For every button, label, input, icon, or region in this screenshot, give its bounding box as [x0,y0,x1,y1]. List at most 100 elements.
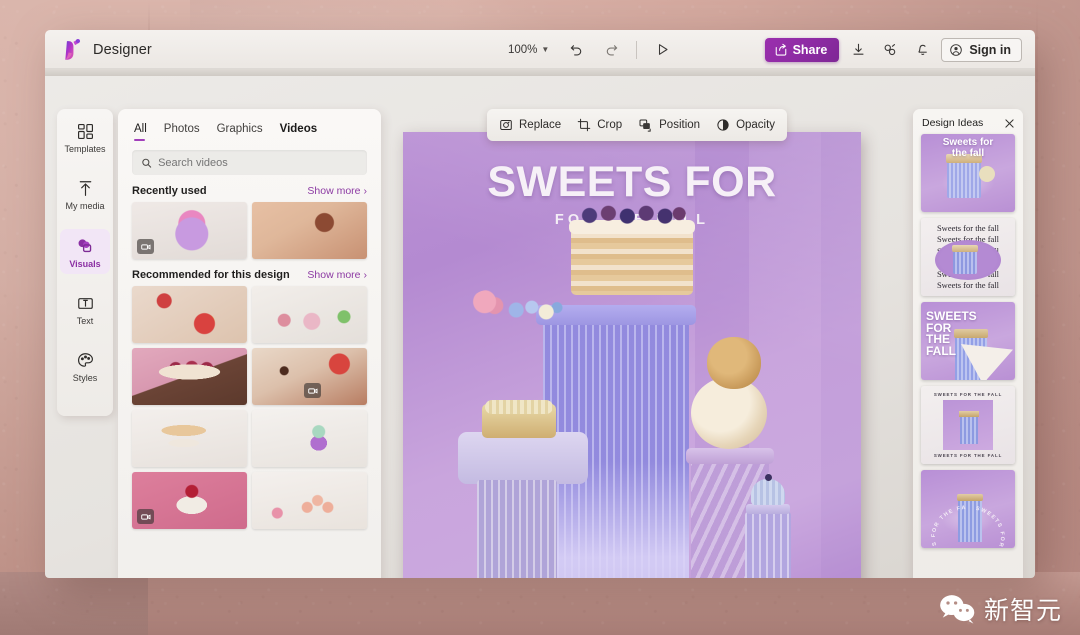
media-thumbnail[interactable] [252,286,367,343]
crop-icon [577,118,591,132]
opacity-button[interactable]: Opacity [716,118,775,132]
idea-bread [979,166,995,182]
replace-label: Replace [519,119,562,131]
tab-photos[interactable]: Photos [164,123,200,141]
show-more-recommended[interactable]: Show more › [307,269,367,281]
play-triangle-icon [658,44,668,55]
section-title: Recommended for this design [132,269,290,281]
sidebar-item-visuals[interactable]: Visuals [60,229,110,274]
idea-pedestal [953,250,977,274]
download-button[interactable] [845,37,871,63]
show-more-recently-used[interactable]: Show more › [307,185,367,197]
idea-pedestal [947,160,981,198]
design-idea-thumbnail[interactable]: Sweets for the fall Sweets for the fall … [921,218,1015,296]
idea-caption: Sweets for the fall [936,223,1000,233]
rail-spacer [57,162,113,172]
idea-caption: SWEETS FOR THE FALL [926,309,977,358]
idea-cake [952,245,978,252]
palette-icon [77,353,93,367]
notifications-button[interactable] [909,37,935,63]
design-idea-thumbnail[interactable]: SWEETS FOR THE FALL [921,302,1015,380]
media-thumbnail[interactable] [252,410,367,467]
design-idea-thumbnail[interactable]: Sweets for the fall [921,134,1015,212]
upload-arrow-icon [79,181,91,196]
pedestal-left-top [458,432,588,484]
media-thumbnail[interactable] [132,348,247,405]
opacity-label: Opacity [736,119,776,131]
bell-icon [918,44,927,55]
position-layers-icon [639,119,651,132]
chevron-right-icon: › [363,269,368,281]
idea-oval-mask [935,240,1001,280]
media-thumbnail[interactable] [132,202,247,259]
idea-caption: SWEETS FOR THE FALL [933,392,1003,397]
search-icon [142,158,152,168]
crop-button[interactable]: Crop [577,118,622,132]
toolbar-divider [636,40,638,59]
design-canvas[interactable]: SWEETS FOR FOR THE FALL [403,132,861,578]
rail-spacer [57,219,113,229]
sidebar-item-templates[interactable]: Templates [60,115,110,159]
sidebar-item-my-media[interactable]: My media [60,172,110,216]
media-thumbnail[interactable] [132,286,247,343]
crusty-roll [707,337,761,389]
shapes-overlap-icon [78,239,92,253]
pedestal-right-top [686,448,774,464]
search-box[interactable] [132,150,367,175]
section-header-recommended: Recommended for this design Show more › [118,259,381,286]
layer-cake [571,227,693,295]
chain-link-icon [884,43,896,55]
download-icon [853,43,864,55]
idea-circular-text: SWEETS FOR THE FALL · SWEETS FOR THE FAL… [921,470,1004,548]
media-thumbnail[interactable] [252,472,367,529]
media-thumbnail[interactable] [132,472,247,529]
designer-logo-icon [65,38,81,60]
design-ideas-title: Design Ideas [922,117,984,129]
tab-graphics[interactable]: Graphics [217,123,263,141]
close-x-icon[interactable] [1004,118,1015,129]
workspace: Templates My media Visuals Text Styles A… [45,76,1035,578]
sidebar-item-label: Visuals [69,259,101,269]
chevron-right-icon: › [363,185,368,197]
wall-seam-right [1036,0,1038,635]
pedestal-left-column [477,480,557,578]
grid-squares-icon [77,124,93,139]
idea-inner-photo [943,400,993,450]
design-idea-thumbnail[interactable]: SWEETS FOR THE FALL SWEETS FOR THE FALL [921,386,1015,464]
media-thumbnail[interactable] [252,348,367,405]
undo-button[interactable] [563,37,589,63]
present-button[interactable] [649,37,675,63]
video-camera-icon [307,387,317,394]
media-thumbnail[interactable] [252,202,367,259]
share-button[interactable]: Share [764,37,840,62]
copy-link-button[interactable] [877,37,903,63]
replace-button[interactable]: Replace [499,118,561,132]
zoom-control[interactable]: 100% ▼ [503,41,554,59]
position-button[interactable]: Position [638,118,700,133]
redo-button[interactable] [598,37,624,63]
sidebar-item-label: Text [76,316,94,326]
wechat-icon [940,595,975,624]
media-thumbnail[interactable] [132,410,247,467]
sidebar-item-styles[interactable]: Styles [60,344,110,388]
idea-cake [959,411,979,417]
context-toolbar: Replace Crop Position Opacity [487,109,788,141]
sign-in-label: Sign in [969,42,1011,57]
tab-videos[interactable]: Videos [280,123,318,141]
sidebar-item-label: My media [65,201,105,211]
tab-all[interactable]: All [134,123,147,141]
left-nav-rail: Templates My media Visuals Text Styles [57,109,113,416]
design-idea-thumbnail[interactable]: SWEETS FOR THE FALL · SWEETS FOR THE FAL… [921,470,1015,548]
search-input[interactable] [158,156,358,169]
canvas-headline[interactable]: SWEETS FOR [403,158,861,207]
sidebar-item-text[interactable]: Text [60,287,110,331]
idea-pedestal [960,416,978,444]
rail-spacer [57,277,113,287]
section-header-recently-used: Recently used Show more › [118,175,381,202]
text-box-icon [77,298,93,309]
image-replace-icon [500,119,512,131]
video-camera-icon [140,243,150,250]
sign-in-button[interactable]: Sign in [941,37,1022,62]
window-edge [45,69,1035,76]
account-circle-icon [950,43,963,56]
